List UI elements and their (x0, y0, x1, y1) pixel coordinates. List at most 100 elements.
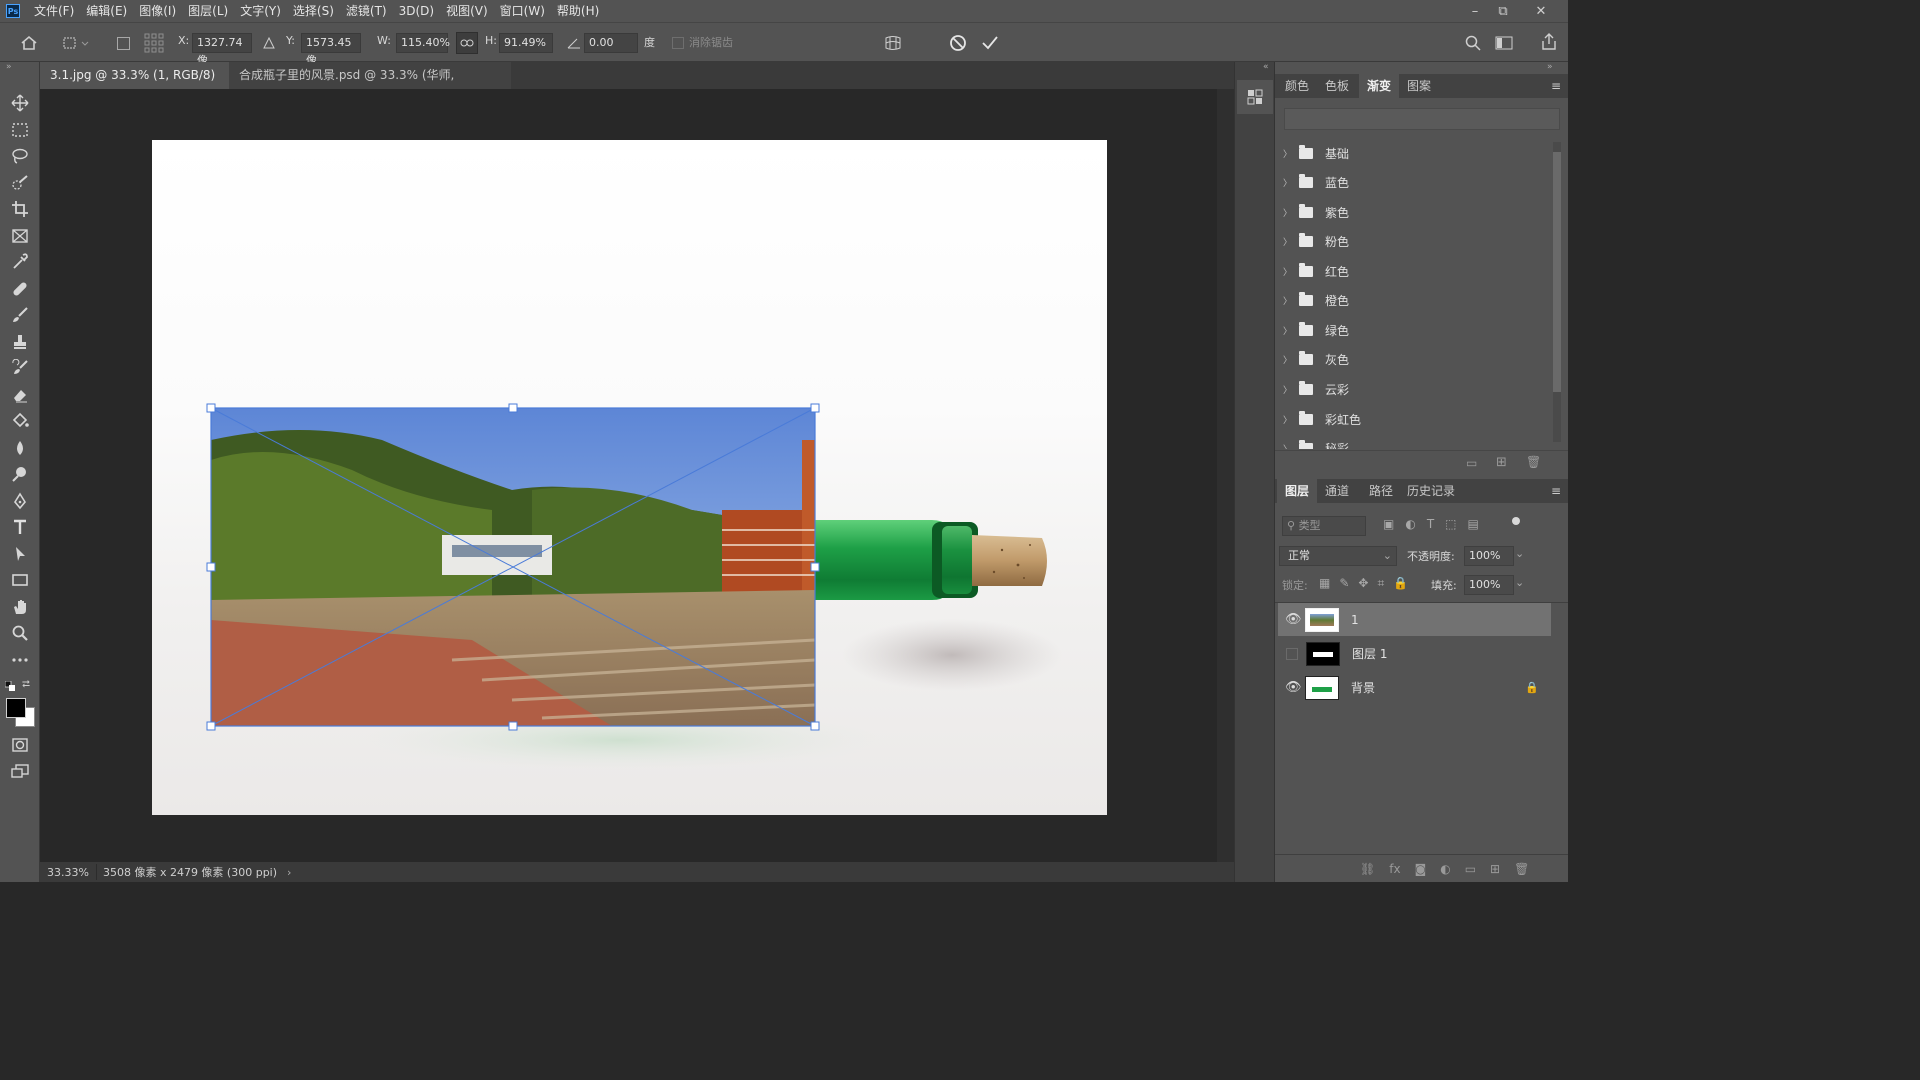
shape-filter-icon[interactable]: ⬚ (1445, 517, 1456, 535)
quick-selection-tool-icon[interactable] (6, 171, 34, 195)
gradient-folder-blue[interactable]: 〉 蓝色 (1283, 168, 1545, 197)
lasso-tool-icon[interactable] (6, 144, 34, 168)
layer-row-layer-1[interactable]: 图层 1 (1278, 637, 1551, 670)
menu-help[interactable]: 帮助(H) (551, 0, 605, 22)
crop-tool-icon[interactable] (6, 197, 34, 221)
zoom-tool-icon[interactable] (6, 621, 34, 645)
type-filter-icon[interactable]: T (1427, 517, 1434, 535)
menu-type[interactable]: 文字(Y) (234, 0, 287, 22)
height-field[interactable]: 91.49% (499, 33, 553, 53)
chevron-right-icon[interactable]: 〉 (1283, 147, 1293, 160)
delete-layer-icon[interactable]: 🗑 (1514, 862, 1529, 876)
brush-tool-icon[interactable] (6, 303, 34, 327)
hand-tool-icon[interactable] (6, 595, 34, 619)
reference-point-grid-icon[interactable] (142, 31, 166, 55)
lock-image-icon[interactable]: ✎ (1339, 576, 1349, 592)
layer-row-1[interactable]: 👁 1 (1278, 603, 1551, 636)
collapse-toolbar-icon[interactable]: » (6, 62, 22, 72)
chevron-right-icon[interactable]: 〉 (1283, 176, 1293, 189)
new-group-icon[interactable]: ▭ (1465, 862, 1476, 876)
menu-layer[interactable]: 图层(L) (182, 0, 234, 22)
chevron-right-icon[interactable]: 〉 (1283, 235, 1293, 248)
adjustment-layer-icon[interactable]: ◐ (1440, 862, 1450, 876)
close-icon[interactable]: ✕ (1526, 0, 1556, 22)
tab-swatches[interactable]: 色板 (1317, 74, 1357, 98)
marquee-tool-icon[interactable] (6, 118, 34, 142)
menu-image[interactable]: 图像(I) (133, 0, 182, 22)
panel-menu-icon[interactable]: ≡ (1551, 79, 1561, 93)
add-mask-icon[interactable]: ◙ (1415, 862, 1427, 876)
visibility-eye-icon[interactable]: 👁 (1285, 680, 1302, 695)
lock-transparent-icon[interactable]: ▦ (1319, 576, 1330, 592)
link-aspect-ratio-icon[interactable] (456, 32, 478, 54)
rotation-field[interactable]: 0.00 (584, 33, 638, 53)
gradient-folder-red[interactable]: 〉 红色 (1283, 257, 1545, 286)
tab-psd-document[interactable]: 合成瓶子里的风景.psd @ 33.3% (华师, RGB/8)× (229, 62, 511, 109)
blend-mode-select[interactable]: 正常 ⌄ (1279, 546, 1397, 566)
new-gradient-icon[interactable]: ⊞ (1496, 455, 1507, 470)
cancel-transform-icon[interactable] (946, 32, 970, 54)
adjustment-filter-icon[interactable]: ◐ (1405, 517, 1415, 535)
antialias-checkbox[interactable] (672, 37, 684, 49)
chevron-right-icon[interactable]: 〉 (1283, 206, 1293, 219)
menu-window[interactable]: 窗口(W) (494, 0, 551, 22)
menu-view[interactable]: 视图(V) (440, 0, 494, 22)
tab-channels[interactable]: 通道 (1317, 479, 1357, 503)
move-tool-icon[interactable] (6, 91, 34, 115)
link-layers-icon[interactable]: ⛓ (1360, 862, 1375, 876)
new-group-folder-icon[interactable]: ▭ (1466, 456, 1477, 470)
reference-point-checkbox[interactable] (114, 34, 132, 52)
history-brush-tool-icon[interactable] (6, 356, 34, 380)
photoshop-logo[interactable]: Ps (6, 4, 20, 18)
layer-name[interactable]: 1 (1351, 613, 1359, 627)
clone-stamp-tool-icon[interactable] (6, 330, 34, 354)
libraries-panel-icon[interactable] (1237, 80, 1273, 114)
tab-color[interactable]: 颜色 (1277, 74, 1317, 98)
layer-row-background[interactable]: 👁 背景 🔒 (1278, 671, 1551, 704)
lock-all-icon[interactable]: 🔒 (1393, 576, 1408, 592)
document-canvas[interactable] (152, 140, 1107, 815)
eyedropper-tool-icon[interactable] (6, 250, 34, 274)
rectangle-tool-icon[interactable] (6, 568, 34, 592)
menu-3d[interactable]: 3D(D) (393, 0, 440, 22)
gradient-search-field[interactable] (1284, 108, 1560, 130)
visibility-eye-icon[interactable]: 👁 (1285, 612, 1302, 627)
transform-tool-preset-icon[interactable] (58, 33, 92, 53)
foreground-color-swatch[interactable] (6, 698, 26, 718)
width-field[interactable]: 115.40% (396, 33, 450, 53)
tab-3-1-jpg[interactable]: 3.1.jpg @ 33.3% (1, RGB/8) *× (40, 62, 229, 109)
chevron-right-icon[interactable]: 〉 (1283, 413, 1293, 426)
opacity-dropdown-icon[interactable]: ⌄ (1515, 547, 1524, 560)
tab-history[interactable]: 历史记录 (1399, 479, 1463, 503)
chevron-right-icon[interactable]: 〉 (1283, 442, 1293, 449)
workspace-layout-icon[interactable] (1492, 33, 1516, 53)
vertical-scrollbar[interactable] (1217, 89, 1234, 862)
screen-mode-icon[interactable] (6, 759, 34, 783)
chevron-right-icon[interactable]: 〉 (1283, 324, 1293, 337)
restore-icon[interactable]: ⧉ (1488, 0, 1518, 22)
scrollbar-thumb[interactable] (1553, 152, 1561, 392)
quick-mask-icon[interactable] (6, 733, 34, 757)
gradient-list-scrollbar[interactable] (1553, 142, 1561, 442)
y-position-field[interactable]: 1573.45 像 (301, 33, 361, 67)
search-icon[interactable] (1462, 33, 1484, 53)
layer-filter-kind-select[interactable]: ⚲ 类型 (1282, 516, 1366, 536)
lock-artboard-icon[interactable]: ⌗ (1377, 576, 1384, 592)
gradient-folder-purple[interactable]: 〉 紫色 (1283, 198, 1545, 227)
panel-menu-icon[interactable]: ≡ (1551, 484, 1561, 498)
delete-gradient-icon[interactable]: 🗑 (1526, 455, 1541, 469)
warp-mode-icon[interactable] (882, 32, 904, 54)
menu-file[interactable]: 文件(F) (28, 0, 80, 22)
menu-select[interactable]: 选择(S) (287, 0, 340, 22)
gradient-folder-last[interactable]: 〉 秘彩 (1283, 434, 1545, 449)
new-layer-icon[interactable]: ⊞ (1490, 862, 1500, 876)
fill-field[interactable]: 100% (1464, 575, 1514, 595)
menu-edit[interactable]: 编辑(E) (80, 0, 133, 22)
visibility-toggle-empty[interactable] (1286, 647, 1298, 660)
pen-tool-icon[interactable] (6, 489, 34, 513)
layer-style-fx-icon[interactable]: fx (1389, 862, 1400, 876)
x-position-field[interactable]: 1327.74 像 (192, 33, 252, 67)
opacity-field[interactable]: 100% (1464, 546, 1514, 566)
expand-panels-icon[interactable]: « (1263, 62, 1269, 72)
tab-layers[interactable]: 图层 (1277, 479, 1318, 503)
